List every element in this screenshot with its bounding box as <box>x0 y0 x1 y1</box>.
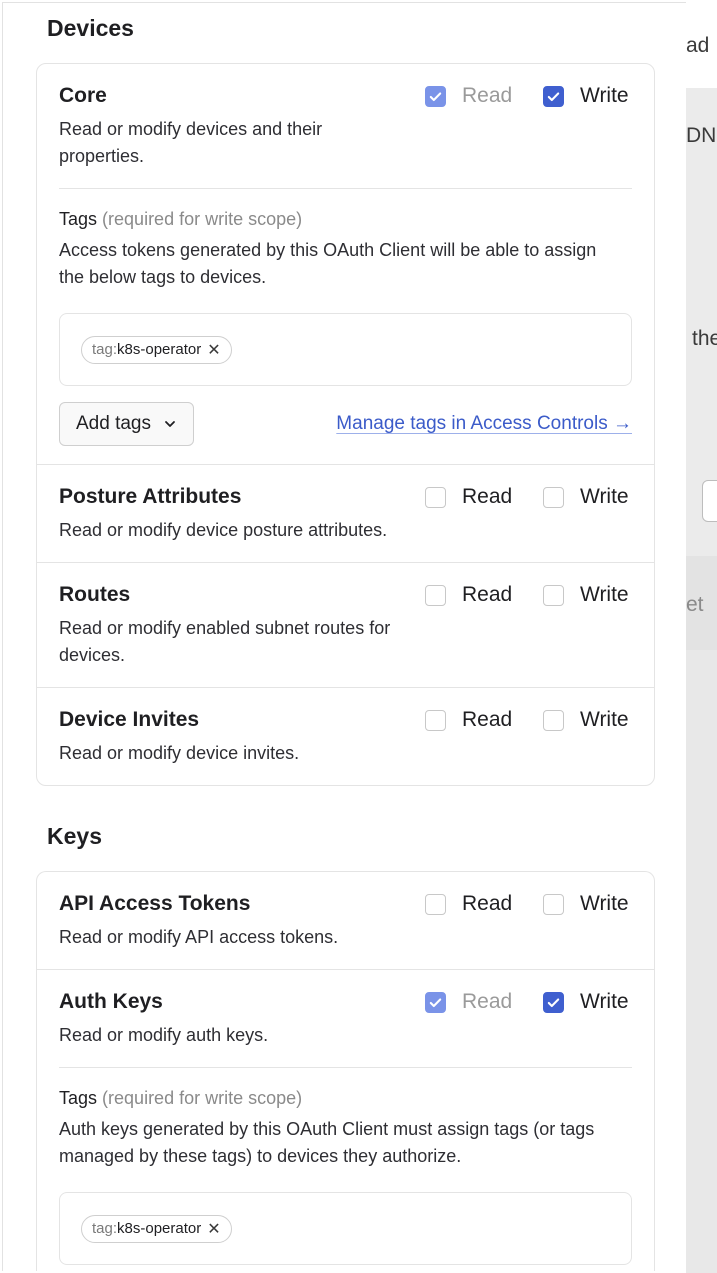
auth-keys-tags-section: Tags (required for write scope) Auth key… <box>59 1067 632 1265</box>
auth-keys-write-checkbox[interactable]: Write <box>543 990 629 1014</box>
tag-prefix: tag: <box>92 341 118 358</box>
checkbox-unchecked-icon <box>543 486 564 508</box>
tags-description: Access tokens generated by this OAuth Cl… <box>59 240 597 287</box>
write-label: Write <box>580 583 629 606</box>
tag-name: k8s-operator <box>117 1220 202 1237</box>
posture-read-checkbox[interactable]: Read <box>425 485 512 509</box>
tags-input[interactable]: tag: k8s-operator ✕ <box>59 313 632 386</box>
scope-row-core: Core Read or modify devices and their pr… <box>37 64 654 465</box>
add-tags-label: Add tags <box>76 413 151 434</box>
read-label: Read <box>462 485 513 508</box>
checkbox-checked-icon <box>543 991 564 1013</box>
tags-input[interactable]: tag: k8s-operator ✕ <box>59 1192 632 1265</box>
checkbox-checked-icon <box>425 991 446 1013</box>
routes-read-checkbox[interactable]: Read <box>425 583 512 607</box>
invites-read-checkbox[interactable]: Read <box>425 708 512 732</box>
tags-heading: Tags (required for write scope) <box>59 207 632 231</box>
read-label: Read <box>462 892 513 915</box>
devices-section-title: Devices <box>47 15 134 41</box>
read-label: Read <box>462 84 513 107</box>
write-label: Write <box>580 708 629 731</box>
checkbox-unchecked-icon <box>425 584 446 606</box>
checkbox-checked-icon <box>543 85 564 107</box>
background-text: the <box>692 327 717 350</box>
scope-description: Read or modify enabled subnet routes for… <box>59 618 391 665</box>
scope-description: Read or modify auth keys. <box>59 1025 269 1045</box>
keys-scopes-card: API Access Tokens Read or modify API acc… <box>36 871 655 1271</box>
checkbox-unchecked-icon <box>425 486 446 508</box>
tags-label: Tags <box>59 209 98 229</box>
checkbox-unchecked-icon <box>425 893 446 915</box>
api-tokens-write-checkbox[interactable]: Write <box>543 892 629 916</box>
scope-description: Read or modify device posture attributes… <box>59 520 388 540</box>
tags-description: Auth keys generated by this OAuth Client… <box>59 1119 595 1166</box>
checkbox-unchecked-icon <box>543 709 564 731</box>
checkbox-checked-icon <box>425 85 446 107</box>
tags-heading: Tags (required for write scope) <box>59 1086 632 1110</box>
tag-prefix: tag: <box>92 1220 118 1237</box>
core-tags-section: Tags (required for write scope) Access t… <box>59 188 632 446</box>
add-tags-button[interactable]: Add tags <box>59 402 194 446</box>
scope-row-device-invites: Device Invites Read or modify device inv… <box>37 688 654 785</box>
read-label: Read <box>462 583 513 606</box>
write-label: Write <box>580 84 629 107</box>
tags-requirement-note: (required for write scope) <box>102 209 303 229</box>
scope-row-routes: Routes Read or modify enabled subnet rou… <box>37 563 654 688</box>
write-label: Write <box>580 892 629 915</box>
routes-write-checkbox[interactable]: Write <box>543 583 629 607</box>
write-label: Write <box>580 485 629 508</box>
background-panel-lower <box>686 650 717 1273</box>
tags-label: Tags <box>59 1088 98 1108</box>
scope-row-posture-attributes: Posture Attributes Read or modify device… <box>37 465 654 563</box>
read-label: Read <box>462 990 513 1013</box>
checkbox-unchecked-icon <box>543 584 564 606</box>
checkbox-unchecked-icon <box>425 709 446 731</box>
core-read-checkbox[interactable]: Read <box>425 84 512 108</box>
background-text: DN <box>686 124 717 147</box>
tag-name: k8s-operator <box>117 341 202 358</box>
api-tokens-read-checkbox[interactable]: Read <box>425 892 512 916</box>
invites-write-checkbox[interactable]: Write <box>543 708 629 732</box>
tag-chip: tag: k8s-operator ✕ <box>81 1214 232 1243</box>
manage-tags-link[interactable]: Manage tags in Access Controls → <box>336 413 632 435</box>
chevron-down-icon <box>165 421 175 427</box>
remove-tag-icon[interactable]: ✕ <box>207 1219 220 1239</box>
scope-row-auth-keys: Auth Keys Read or modify auth keys. Read… <box>37 970 654 1271</box>
background-text: ad <box>686 34 710 57</box>
read-label: Read <box>462 708 513 731</box>
scope-row-api-access-tokens: API Access Tokens Read or modify API acc… <box>37 872 654 970</box>
oauth-client-scopes-modal: Devices Core Read or modify devices and … <box>2 2 686 1271</box>
posture-write-checkbox[interactable]: Write <box>543 485 629 509</box>
keys-section-title: Keys <box>47 823 102 849</box>
devices-scopes-card: Core Read or modify devices and their pr… <box>36 63 655 786</box>
scope-description: Read or modify device invites. <box>59 743 300 763</box>
write-label: Write <box>580 990 629 1013</box>
scope-description: Read or modify API access tokens. <box>59 927 339 947</box>
tags-requirement-note: (required for write scope) <box>102 1088 303 1108</box>
background-text: et <box>686 593 704 616</box>
background-button <box>702 480 717 522</box>
remove-tag-icon[interactable]: ✕ <box>207 340 220 360</box>
checkbox-unchecked-icon <box>543 893 564 915</box>
tags-actions: Add tags Manage tags in Access Controls … <box>59 402 632 446</box>
tag-chip: tag: k8s-operator ✕ <box>81 335 232 364</box>
auth-keys-read-checkbox[interactable]: Read <box>425 990 512 1014</box>
scope-description: Read or modify devices and their propert… <box>59 119 323 166</box>
core-write-checkbox[interactable]: Write <box>543 84 629 108</box>
